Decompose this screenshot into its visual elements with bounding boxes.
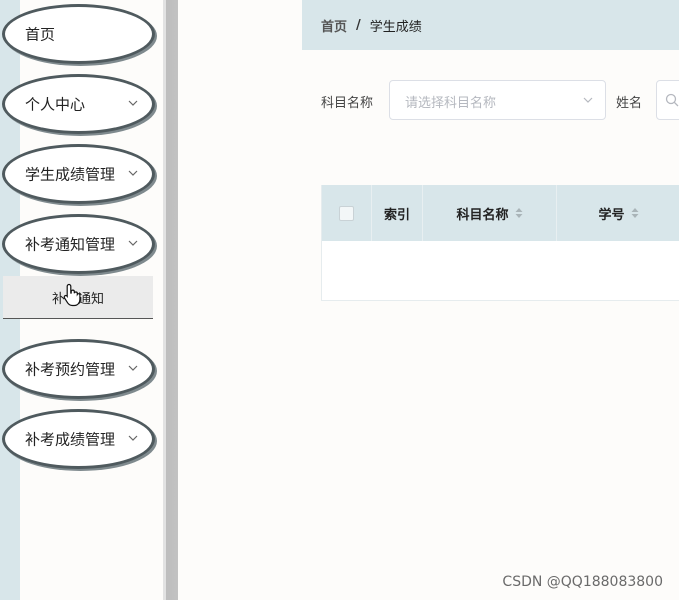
search-icon — [665, 93, 679, 107]
name-label: 姓名 — [616, 96, 643, 111]
sidebar-item-makeup-grades[interactable]: 补考成绩管理 — [2, 409, 155, 469]
chevron-down-icon — [128, 100, 138, 106]
column-header-label: 学号 — [598, 207, 625, 223]
column-header-student-id[interactable]: 学号 — [557, 185, 679, 241]
table-header: 索引 科目名称 学号 — [322, 185, 679, 241]
hand-cursor-icon — [63, 283, 81, 307]
watermark: CSDN @QQ188083800 — [502, 574, 663, 590]
subject-select-placeholder: 请选择科目名称 — [405, 96, 497, 111]
breadcrumb-current: 学生成绩 — [369, 19, 422, 35]
grades-table: 索引 科目名称 学号 — [321, 185, 679, 301]
subject-label: 科目名称 — [321, 96, 374, 111]
chevron-down-icon — [128, 240, 138, 246]
breadcrumb-home[interactable]: 首页 — [321, 16, 347, 35]
sidebar-item-home[interactable]: 首页 — [2, 4, 155, 64]
breadcrumb-separator: / — [356, 17, 361, 33]
subject-select[interactable]: 请选择科目名称 — [389, 80, 606, 120]
sidebar-item-label: 补考预约管理 — [25, 360, 116, 379]
sidebar-item-student-grades[interactable]: 学生成绩管理 — [2, 144, 155, 204]
name-input[interactable] — [656, 80, 679, 120]
breadcrumb: 首页 / 学生成绩 — [302, 0, 679, 50]
chevron-down-icon — [128, 170, 138, 176]
sidebar-item-label: 补考成绩管理 — [25, 430, 116, 449]
sort-icon[interactable] — [515, 207, 523, 219]
chevron-down-icon — [128, 435, 138, 441]
column-header-subject[interactable]: 科目名称 — [423, 185, 557, 241]
sidebar-item-personal-center[interactable]: 个人中心 — [2, 74, 155, 134]
sidebar-item-makeup-booking[interactable]: 补考预约管理 — [2, 339, 155, 399]
sidebar: 首页 个人中心 学生成绩管理 补考通知管理 补考通知 补考预约管理 补考成绩管理 — [0, 0, 163, 600]
sidebar-item-makeup-notice[interactable]: 补考通知管理 — [2, 214, 155, 274]
column-header-label: 索引 — [383, 207, 410, 223]
column-header-label: 科目名称 — [456, 207, 509, 223]
sort-icon[interactable] — [631, 207, 639, 219]
chevron-down-icon — [128, 365, 138, 371]
chevron-down-icon — [583, 97, 593, 103]
select-all-cell — [322, 185, 372, 241]
select-all-checkbox[interactable] — [339, 205, 354, 221]
column-header-index: 索引 — [372, 185, 423, 241]
sidebar-divider — [163, 0, 178, 600]
sidebar-item-label: 学生成绩管理 — [25, 165, 116, 184]
sidebar-item-label: 补考通知管理 — [25, 235, 116, 254]
sidebar-item-label: 个人中心 — [25, 95, 86, 114]
sidebar-item-label: 首页 — [25, 25, 56, 44]
